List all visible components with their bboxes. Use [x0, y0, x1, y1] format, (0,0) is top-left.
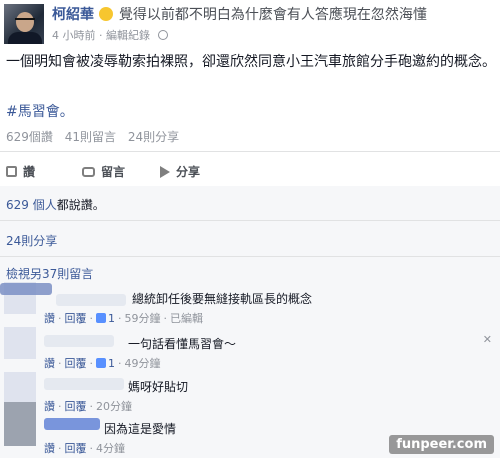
like-button[interactable]: 讚	[6, 163, 35, 180]
comment-icon	[82, 167, 95, 177]
commenter-name-blur	[56, 294, 126, 306]
action-bar: 讚 留言 分享	[0, 156, 500, 186]
comments-count[interactable]: 41則留言	[65, 130, 116, 144]
comment-time[interactable]: 59分鐘	[125, 312, 161, 325]
sep: ·	[89, 357, 94, 370]
commenter-name[interactable]	[0, 283, 52, 295]
thumb-icon	[96, 313, 106, 323]
avatar-glasses	[15, 18, 35, 23]
sep: ·	[58, 312, 62, 325]
comment-like-link[interactable]: 讚	[44, 442, 55, 455]
sep: ·	[58, 400, 62, 413]
like-label: 讚	[23, 165, 36, 179]
thumb-icon	[96, 358, 106, 368]
commenter-avatar[interactable]	[4, 372, 36, 404]
comment-reply-link[interactable]: 回覆	[65, 442, 87, 455]
comment-time[interactable]: 49分鐘	[125, 357, 161, 370]
comment-text: 總統卸任後要無縫接軌區長的概念	[132, 292, 313, 306]
comment-meta: 讚 · 回覆 · 4分鐘	[44, 440, 125, 456]
meta-separator: ·	[99, 29, 106, 42]
shares-count[interactable]: 24則分享	[128, 130, 179, 144]
comment-text: 因為這是愛情	[104, 422, 177, 436]
commenter-name-blur	[44, 335, 114, 347]
comment-like-link[interactable]: 讚	[44, 400, 55, 413]
watermark: funpeer.com	[389, 435, 494, 454]
divider	[0, 151, 500, 152]
sep: ·	[118, 357, 122, 370]
comment-reply-link[interactable]: 回覆	[65, 400, 87, 413]
commenter-name-blur	[44, 378, 124, 390]
share-button[interactable]: 分享	[160, 163, 200, 180]
comment-like-link[interactable]: 讚	[44, 357, 55, 370]
comment-like-link[interactable]: 讚	[44, 312, 55, 325]
feedback-section: 629 個人都說讚。 24則分享 檢視另37則留言 總統卸任後要無縫接軌區長的概…	[0, 186, 500, 458]
comment-text: 一句話看懂馬習會～	[128, 337, 237, 351]
share-label: 分享	[176, 165, 201, 179]
like-icon	[6, 166, 17, 177]
sep: ·	[118, 312, 122, 325]
comment-like-count[interactable]: 1	[108, 357, 115, 370]
avatar-body	[8, 32, 42, 44]
divider	[0, 256, 500, 257]
likes-count[interactable]: 629個讚	[6, 130, 53, 144]
post-meta: 4 小時前 · 編輯紀錄	[52, 27, 168, 43]
divider	[0, 220, 500, 221]
comment-time[interactable]: 20分鐘	[96, 400, 132, 413]
post-time[interactable]: 4 小時前	[52, 29, 96, 42]
comment-reply-link[interactable]: 回覆	[65, 312, 87, 325]
sep: ·	[58, 442, 62, 455]
edit-history-link[interactable]: 編輯紀錄	[106, 29, 150, 42]
feeling-text: 覺得以前都不明白為什麼會有人答應現在忽然海懂	[118, 7, 427, 23]
comment-reply-link[interactable]: 回覆	[65, 357, 87, 370]
view-more-comments[interactable]: 檢視另37則留言	[6, 265, 93, 282]
comment-label: 留言	[101, 165, 126, 179]
sep: ·	[89, 312, 94, 325]
comment-edited[interactable]: 已編輯	[170, 312, 203, 325]
hashtag-link[interactable]: #馬習會。	[6, 101, 74, 121]
comment-meta: 讚 · 回覆 · 1 · 59分鐘 · 已編輯	[44, 310, 203, 326]
sep: ·	[163, 312, 168, 325]
author-line: 柯紹華 覺得以前都不明白為什麼會有人答應現在忽然海懂	[52, 4, 427, 24]
globe-icon	[157, 30, 168, 40]
sep: ·	[89, 442, 94, 455]
post-header: 柯紹華 覺得以前都不明白為什麼會有人答應現在忽然海懂 4 小時前 · 編輯紀錄	[0, 0, 500, 46]
shares-summary[interactable]: 24則分享	[6, 232, 57, 249]
post-stats: 629個讚 41則留言 24則分享	[6, 128, 187, 145]
comment-time[interactable]: 4分鐘	[96, 442, 125, 455]
close-icon[interactable]: ✕	[483, 333, 492, 346]
comment-button[interactable]: 留言	[82, 163, 125, 180]
feeling-emoji-icon	[99, 7, 114, 21]
comment-meta: 讚 · 回覆 · 20分鐘	[44, 398, 132, 414]
comment-text: 媽呀好貼切	[128, 380, 189, 394]
commenter-name[interactable]	[44, 418, 100, 430]
comment-like-count[interactable]: 1	[108, 312, 115, 325]
comment-meta: 讚 · 回覆 · 1 · 49分鐘	[44, 355, 161, 371]
commenter-avatar[interactable]	[4, 327, 36, 359]
likes-summary-count[interactable]: 629 個人	[6, 198, 57, 212]
sep: ·	[58, 357, 62, 370]
share-icon	[160, 166, 170, 178]
author-avatar[interactable]	[4, 4, 44, 44]
commenter-avatar[interactable]	[4, 402, 36, 446]
author-name[interactable]: 柯紹華	[52, 7, 94, 23]
likes-summary-suffix: 都說讚。	[56, 198, 105, 212]
post-body: 一個明知會被凌辱勒索拍裸照，卻還欣然同意小王汽車旅館分手砲邀約的概念。	[6, 54, 496, 70]
sep: ·	[89, 400, 94, 413]
likes-summary: 629 個人都說讚。	[6, 196, 105, 213]
